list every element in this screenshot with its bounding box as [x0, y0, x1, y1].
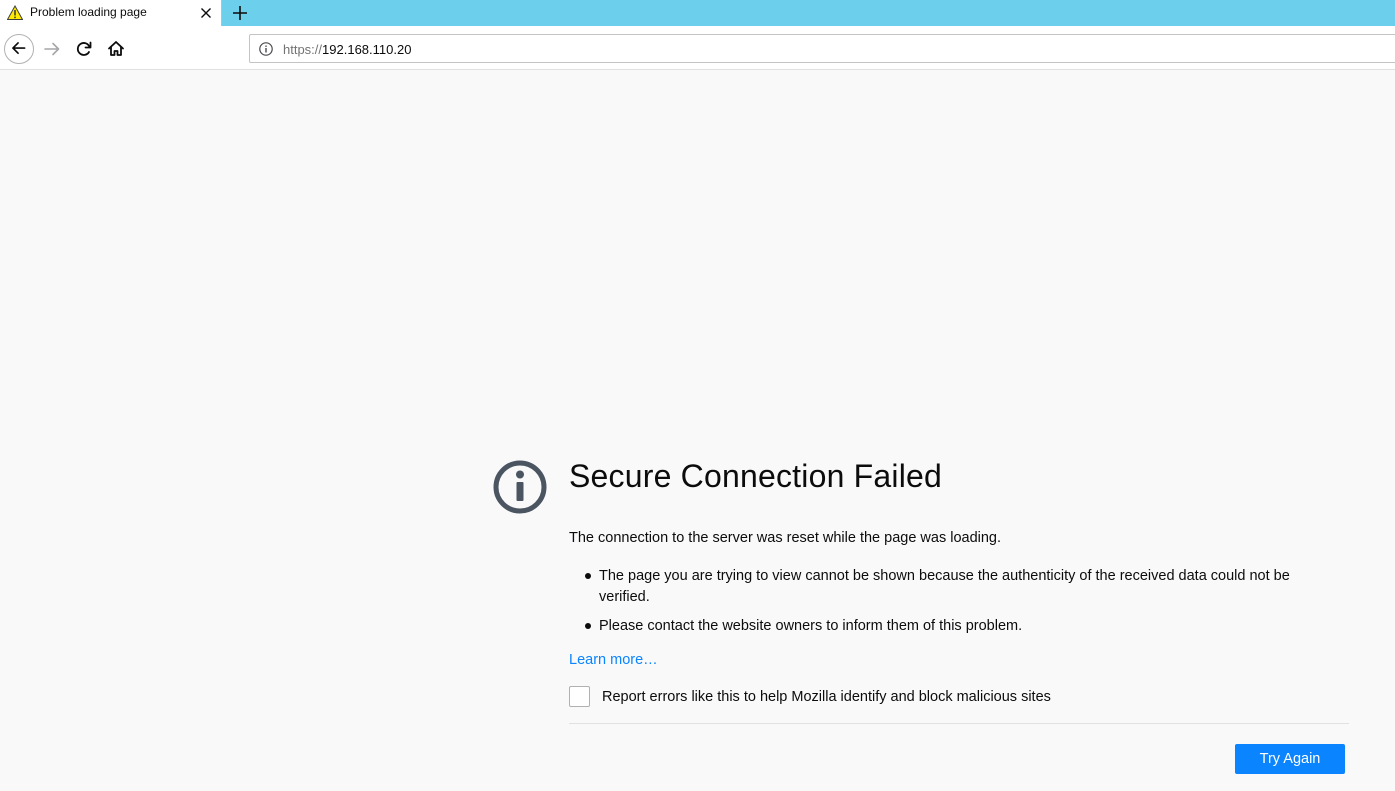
try-again-button[interactable]: Try Again: [1235, 744, 1345, 774]
learn-more-link[interactable]: Learn more…: [569, 652, 658, 668]
home-icon: [108, 41, 124, 56]
forward-button[interactable]: [38, 35, 66, 63]
back-button[interactable]: [4, 34, 34, 64]
tab-title: Problem loading page: [30, 5, 147, 19]
bullet-text: Please contact the website owners to inf…: [599, 618, 1023, 634]
info-circle-icon: [493, 460, 547, 514]
list-item: The page you are trying to view cannot b…: [569, 566, 1339, 608]
report-errors-checkbox[interactable]: [569, 686, 590, 707]
url-text: https://192.168.110.20: [283, 42, 411, 57]
warning-icon: [7, 5, 23, 20]
plus-icon[interactable]: [230, 3, 250, 23]
arrow-left-icon: [12, 42, 26, 55]
bullet-text: The page you are trying to view cannot b…: [599, 568, 1290, 605]
url-scheme: https://: [283, 42, 323, 57]
home-button[interactable]: [102, 35, 130, 63]
url-bar[interactable]: https://192.168.110.20: [249, 34, 1395, 63]
close-icon[interactable]: [198, 5, 214, 21]
info-icon[interactable]: [258, 41, 274, 57]
list-item: Please contact the website owners to inf…: [569, 616, 1339, 637]
error-bullet-list: The page you are trying to view cannot b…: [569, 566, 1339, 645]
reload-button[interactable]: [70, 35, 98, 63]
reload-icon: [76, 41, 92, 56]
tab-strip: Problem loading page: [0, 0, 1395, 26]
url-host: 192.168.110.20: [322, 42, 412, 57]
bullet-dot: [585, 623, 591, 629]
tab-problem-loading[interactable]: Problem loading page: [0, 0, 222, 26]
arrow-right-icon: [44, 42, 60, 56]
report-errors-label[interactable]: Report errors like this to help Mozilla …: [602, 689, 1051, 705]
divider: [569, 723, 1349, 724]
page-title: Secure Connection Failed: [569, 458, 943, 494]
bullet-dot: [585, 573, 591, 579]
nav-toolbar: https://192.168.110.20: [0, 26, 1395, 70]
error-description: The connection to the server was reset w…: [569, 530, 1002, 546]
